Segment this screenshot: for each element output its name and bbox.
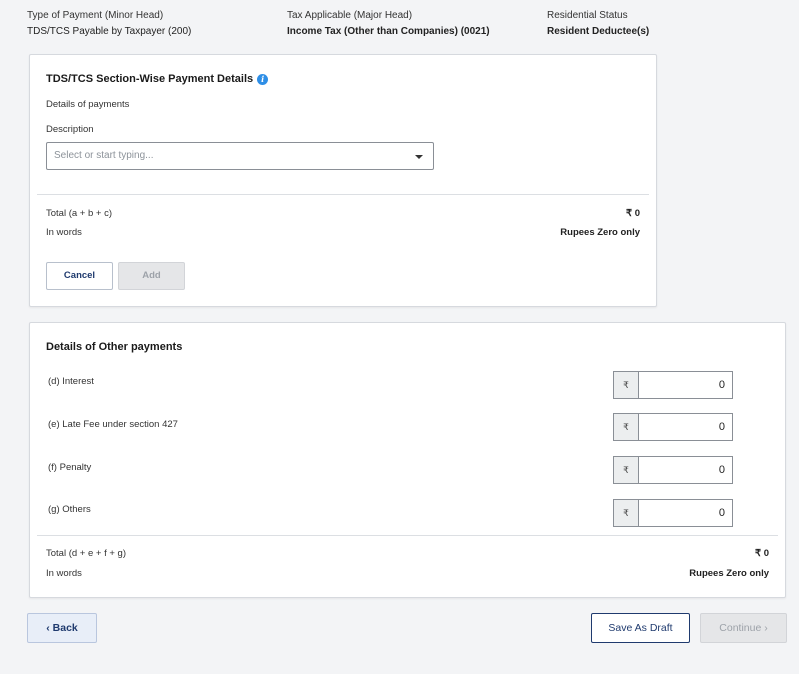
section-wise-title-text: TDS/TCS Section-Wise Payment Details (46, 73, 254, 85)
interest-input[interactable]: 0 (639, 371, 733, 399)
add-button[interactable]: Add (118, 262, 185, 290)
chevron-right-icon: › (761, 622, 768, 634)
continue-button[interactable]: Continue › (700, 613, 787, 643)
section-total-label: Total (a + b + c) (46, 208, 113, 219)
minor-head-label: Type of Payment (Minor Head) (27, 10, 164, 21)
other-payments-card: Details of Other payments (d) Interest ₹… (29, 322, 786, 598)
residential-status-label: Residential Status (547, 10, 628, 21)
late-fee-label: (e) Late Fee under section 427 (48, 419, 178, 430)
late-fee-input[interactable]: 0 (639, 413, 733, 441)
major-head-label: Tax Applicable (Major Head) (287, 10, 413, 21)
other-in-words-value: Rupees Zero only (689, 568, 769, 579)
rupee-icon: ₹ (613, 371, 639, 399)
other-payments-title: Details of Other payments (46, 341, 183, 353)
details-of-payments-label: Details of payments (46, 99, 130, 110)
major-head-value: Income Tax (Other than Companies) (0021) (287, 26, 490, 37)
rupee-icon: ₹ (613, 499, 639, 527)
back-button-label: Back (52, 622, 78, 634)
penalty-label: (f) Penalty (48, 462, 92, 473)
rupee-icon: ₹ (613, 413, 639, 441)
section-wise-card: TDS/TCS Section-Wise Payment Details i De… (29, 54, 657, 307)
caret-down-icon[interactable] (415, 155, 423, 159)
other-total-label: Total (d + e + f + g) (46, 548, 127, 559)
info-icon[interactable]: i (257, 73, 269, 85)
divider (37, 535, 778, 536)
minor-head-value: TDS/TCS Payable by Taxpayer (200) (27, 26, 192, 37)
description-placeholder: Select or start typing... (54, 150, 154, 161)
cancel-button[interactable]: Cancel (46, 262, 113, 290)
continue-button-label: Continue (719, 622, 762, 634)
section-in-words-value: Rupees Zero only (560, 227, 640, 238)
section-in-words-label: In words (46, 227, 82, 238)
description-select[interactable]: Select or start typing... (46, 142, 434, 170)
interest-label: (d) Interest (48, 376, 94, 387)
save-as-draft-button[interactable]: Save As Draft (591, 613, 690, 643)
description-label: Description (46, 124, 94, 135)
penalty-input[interactable]: 0 (639, 456, 733, 484)
section-wise-title: TDS/TCS Section-Wise Payment Details i (46, 73, 269, 85)
rupee-icon: ₹ (613, 456, 639, 484)
others-label: (g) Others (48, 504, 91, 515)
other-total-value: ₹ 0 (755, 548, 769, 559)
back-button[interactable]: ‹ Back (27, 613, 97, 643)
residential-status-value: Resident Deductee(s) (547, 26, 650, 37)
divider (37, 194, 649, 195)
section-total-value: ₹ 0 (626, 208, 640, 219)
other-in-words-label: In words (46, 568, 82, 579)
others-input[interactable]: 0 (639, 499, 733, 527)
